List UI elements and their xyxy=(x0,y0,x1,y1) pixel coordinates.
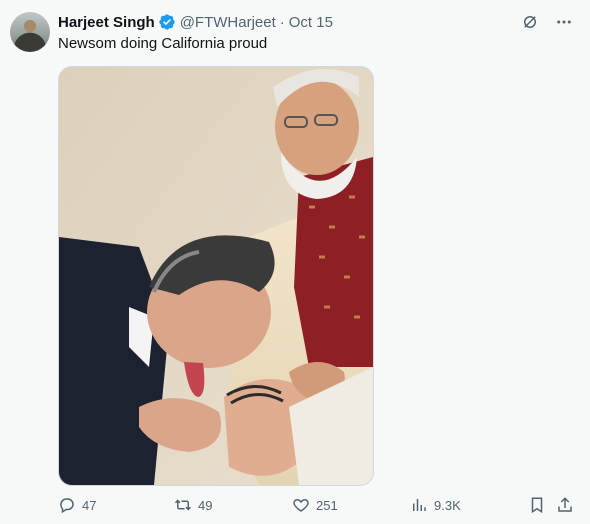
tweet-image[interactable] xyxy=(58,66,374,486)
tweet-actions: 47 49 251 9.3K xyxy=(58,496,578,518)
views-icon xyxy=(413,499,426,511)
tweet[interactable]: Harjeet Singh @FTWHarjeet · Oct 15 Newso… xyxy=(0,0,590,524)
like-button[interactable]: 251 xyxy=(292,496,338,514)
author-handle[interactable]: @FTWHarjeet xyxy=(180,14,276,31)
grok-icon[interactable] xyxy=(520,12,540,32)
reply-icon xyxy=(60,498,74,514)
reply-count: 47 xyxy=(82,497,97,513)
more-icon[interactable] xyxy=(554,12,574,32)
share-button[interactable] xyxy=(556,496,574,514)
like-count: 251 xyxy=(316,497,338,513)
tweet-date[interactable]: Oct 15 xyxy=(289,14,333,31)
bookmark-icon xyxy=(531,497,543,514)
repost-icon xyxy=(174,499,192,511)
view-count: 9.3K xyxy=(434,497,461,513)
tweet-header: Harjeet Singh @FTWHarjeet · Oct 15 xyxy=(58,12,333,32)
repost-count: 49 xyxy=(198,497,213,513)
tweet-text: Newsom doing California proud xyxy=(58,35,268,52)
heart-icon xyxy=(293,498,309,512)
share-icon xyxy=(558,497,572,512)
repost-button[interactable]: 49 xyxy=(174,496,212,514)
tweet-top-actions xyxy=(520,12,574,32)
bookmark-button[interactable] xyxy=(528,496,546,514)
views-button[interactable]: 9.3K xyxy=(410,496,461,514)
verified-badge-icon[interactable] xyxy=(158,13,176,31)
separator-dot: · xyxy=(279,13,285,31)
reply-button[interactable]: 47 xyxy=(58,496,96,514)
avatar[interactable] xyxy=(10,12,50,52)
author-name[interactable]: Harjeet Singh xyxy=(58,14,155,31)
